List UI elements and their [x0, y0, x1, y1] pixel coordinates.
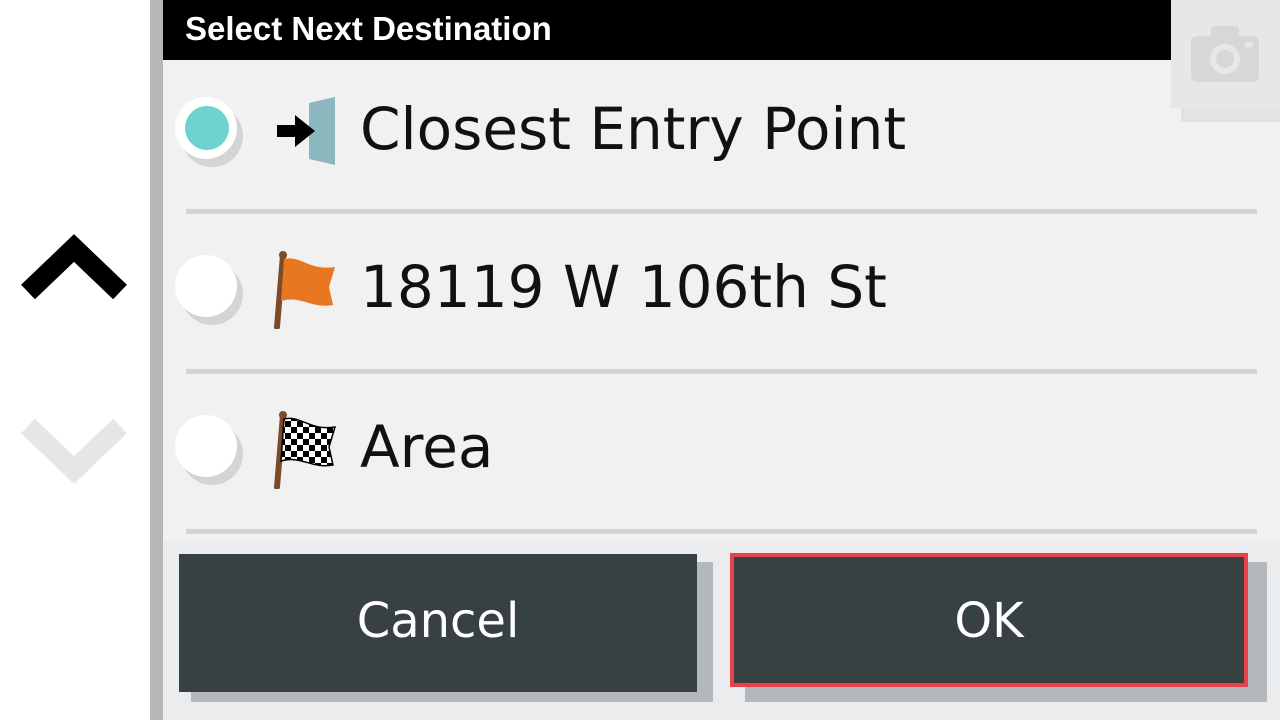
dialog-button-bar: Cancel OK [163, 540, 1280, 720]
option-closest-entry-point[interactable]: Closest Entry Point [163, 55, 1263, 205]
cancel-button[interactable]: Cancel [179, 554, 697, 692]
option-area[interactable]: Area [163, 373, 1263, 523]
entry-point-icon [277, 97, 335, 165]
radio-selected-dot [185, 106, 229, 150]
scroll-down-button[interactable] [20, 414, 128, 484]
select-destination-dialog: Select Next Destination Closest Entry Po… [163, 0, 1280, 720]
option-label: Area [360, 413, 494, 481]
dialog-title: Select Next Destination [185, 10, 552, 47]
option-label: Closest Entry Point [360, 95, 907, 163]
checkered-flag-icon [274, 411, 337, 489]
rail-divider [150, 0, 163, 720]
dialog-title-bar: Select Next Destination [163, 0, 1171, 60]
ok-button[interactable]: OK [730, 553, 1248, 687]
option-divider [186, 529, 1257, 534]
radio-button[interactable] [175, 415, 237, 477]
chevron-down-icon [21, 418, 127, 484]
option-address[interactable]: 18119 W 106th St [163, 213, 1263, 363]
radio-button[interactable] [175, 255, 237, 317]
scroll-up-button[interactable] [20, 234, 128, 304]
radio-button-selected[interactable] [175, 97, 237, 159]
chevron-up-icon [21, 234, 127, 300]
scroll-rail [0, 0, 150, 720]
orange-flag-icon [274, 251, 335, 329]
option-label: 18119 W 106th St [360, 253, 887, 321]
